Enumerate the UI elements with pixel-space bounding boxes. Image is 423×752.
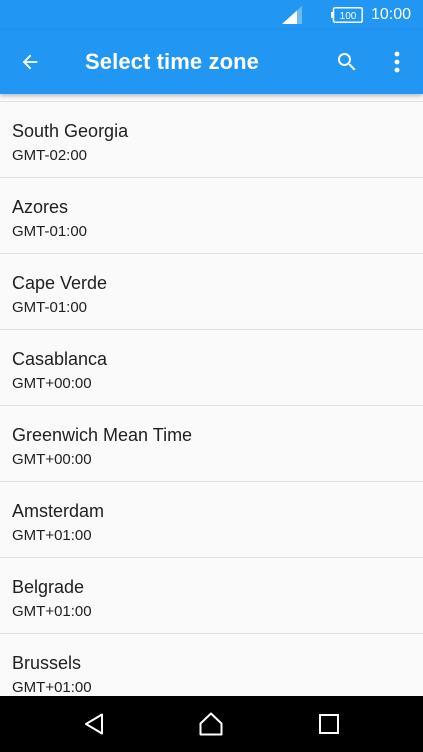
recents-icon	[319, 714, 339, 734]
page-title: Select time zone	[85, 49, 259, 74]
time-zone-offset: GMT-01:00	[12, 223, 88, 240]
time-zone-item[interactable]: South Georgia GMT-02:00	[0, 102, 423, 178]
time-zone-item[interactable]: Brussels GMT+01:00	[0, 634, 423, 696]
time-zone-item[interactable]: Greenwich Mean Time GMT+00:00	[0, 406, 423, 482]
list-divider	[0, 94, 423, 102]
time-zone-name: Casablanca	[12, 349, 108, 369]
time-zone-offset: GMT-02:00	[12, 147, 88, 164]
time-zone-name: South Georgia	[12, 121, 129, 141]
time-zone-offset: GMT+00:00	[12, 375, 92, 392]
time-zone-name: Brussels	[12, 653, 82, 673]
search-button[interactable]	[333, 48, 361, 76]
more-options-button[interactable]	[385, 48, 409, 76]
time-zone-offset: GMT+01:00	[12, 679, 92, 696]
status-bar: 100 10:00	[0, 0, 423, 30]
more-vert-icon	[394, 51, 400, 73]
time-zone-name: Belgrade	[12, 577, 85, 597]
time-zone-item[interactable]: Belgrade GMT+01:00	[0, 558, 423, 634]
time-zone-offset: GMT+01:00	[12, 603, 92, 620]
nav-recents-button[interactable]	[315, 710, 343, 738]
time-zone-item[interactable]: Azores GMT-01:00	[0, 178, 423, 254]
time-zone-offset: GMT-01:00	[12, 299, 88, 316]
back-button[interactable]	[16, 48, 44, 76]
signal-icon	[282, 6, 302, 24]
status-time: 10:00	[371, 6, 412, 23]
time-zone-name: Greenwich Mean Time	[12, 425, 193, 445]
time-zone-name: Amsterdam	[12, 501, 105, 521]
time-zone-name: Azores	[12, 197, 69, 217]
time-zone-offset: GMT+00:00	[12, 451, 92, 468]
time-zone-item[interactable]: Casablanca GMT+00:00	[0, 330, 423, 406]
navigation-bar	[0, 696, 423, 752]
nav-home-button[interactable]	[197, 710, 225, 738]
time-zone-list[interactable]: South Georgia GMT-02:00 Azores GMT-01:00…	[0, 94, 423, 696]
search-icon	[338, 53, 356, 71]
battery-level: 100	[340, 11, 357, 22]
nav-back-icon	[85, 713, 103, 735]
app-bar: Select time zone	[0, 30, 423, 94]
time-zone-item[interactable]: Cape Verde GMT-01:00	[0, 254, 423, 330]
arrow-back-icon	[22, 54, 38, 70]
time-zone-offset: GMT+01:00	[12, 527, 92, 544]
time-zone-item[interactable]: Amsterdam GMT+01:00	[0, 482, 423, 558]
nav-back-button[interactable]	[80, 710, 108, 738]
time-zone-name: Cape Verde	[12, 273, 108, 293]
battery-icon: 100	[331, 7, 363, 23]
home-icon	[199, 712, 223, 736]
